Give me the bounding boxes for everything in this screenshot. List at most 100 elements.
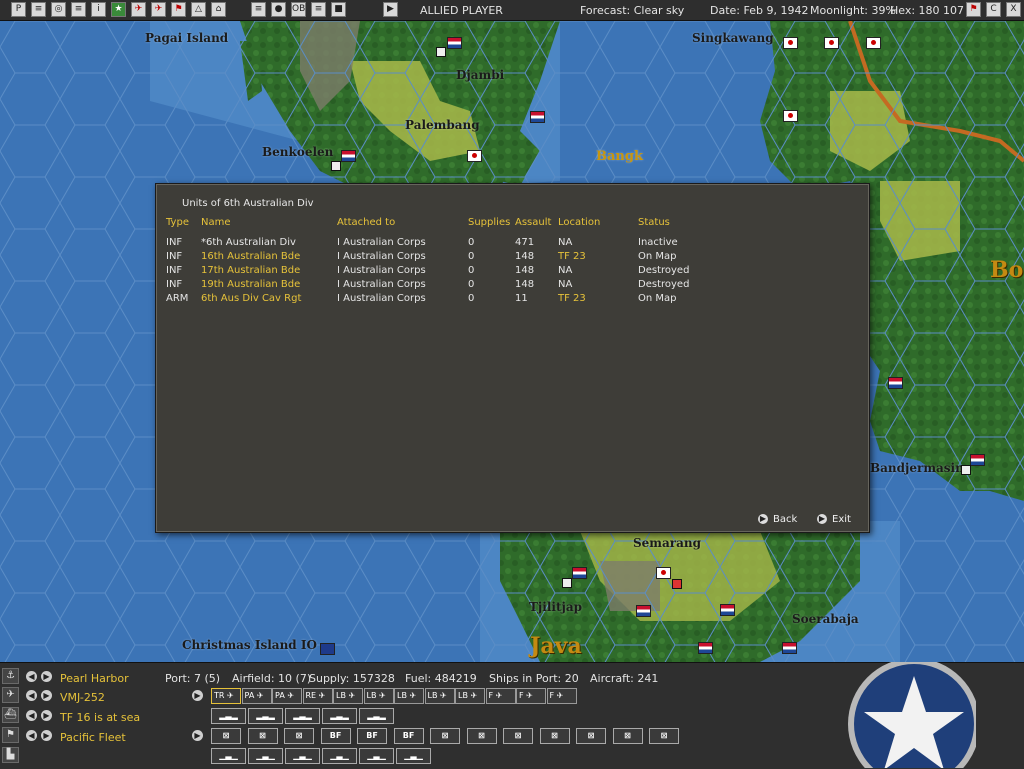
- toolbar-button[interactable]: OB: [291, 2, 306, 17]
- cell-name[interactable]: 16th Australian Bde: [201, 251, 300, 262]
- ship-class-button[interactable]: ▂▃▂: [285, 708, 320, 724]
- air-group-arrow[interactable]: ▶: [192, 690, 203, 701]
- japanese-unit-icon[interactable]: [824, 37, 839, 49]
- aircraft-type-button[interactable]: LB ✈: [333, 688, 363, 704]
- header-supplies[interactable]: Supplies: [468, 217, 510, 228]
- cell-name[interactable]: 17th Australian Bde: [201, 265, 300, 276]
- header-type[interactable]: Type: [166, 217, 189, 228]
- toolbar-button[interactable]: ≡: [251, 2, 266, 17]
- toolbar-button[interactable]: P: [11, 2, 26, 17]
- ground-unit-button[interactable]: BF: [357, 728, 387, 744]
- toolbar-button[interactable]: ≡: [31, 2, 46, 17]
- header-status[interactable]: Status: [638, 217, 670, 228]
- close-button[interactable]: X: [1006, 2, 1021, 17]
- dutch-unit-icon[interactable]: [782, 642, 797, 654]
- ship-icon[interactable]: ⛴: [2, 707, 19, 723]
- base-icon[interactable]: [672, 579, 682, 589]
- cell-location[interactable]: NA: [558, 265, 572, 276]
- ground-unit-button[interactable]: ⊠: [612, 728, 643, 744]
- aircraft-type-button[interactable]: LB ✈: [424, 688, 455, 704]
- toolbar-button[interactable]: ●: [271, 2, 286, 17]
- next-tf-button[interactable]: ▶: [41, 710, 52, 721]
- flag-icon[interactable]: ⚑: [2, 727, 19, 743]
- header-attached[interactable]: Attached to: [337, 217, 395, 228]
- aircraft-type-button[interactable]: LB ✈: [394, 688, 424, 704]
- prev-air-button[interactable]: ◀: [26, 690, 37, 701]
- aircraft-type-button[interactable]: PA ✈: [241, 688, 272, 704]
- ground-unit-button[interactable]: ⊠: [247, 728, 278, 744]
- aircraft-type-button[interactable]: F ✈: [516, 688, 546, 704]
- dutch-unit-icon[interactable]: [698, 642, 713, 654]
- cell-location[interactable]: TF 23: [558, 293, 586, 304]
- japanese-unit-icon[interactable]: [866, 37, 881, 49]
- japanese-unit-icon[interactable]: [783, 110, 798, 122]
- toolbar-button[interactable]: ✈: [151, 2, 166, 17]
- ground-unit-button[interactable]: ⊠: [211, 728, 241, 744]
- ship-class-button[interactable]: ▂▃▂: [322, 708, 357, 724]
- australian-unit-icon[interactable]: [320, 643, 335, 655]
- task-force-link[interactable]: TF 16 is at sea: [60, 711, 140, 724]
- japanese-unit-icon[interactable]: [783, 37, 798, 49]
- toolbar-button[interactable]: i: [91, 2, 106, 17]
- cell-location[interactable]: TF 23: [558, 251, 586, 262]
- header-name[interactable]: Name: [201, 217, 231, 228]
- ground-unit-button[interactable]: ⊠: [649, 728, 679, 744]
- base-name-link[interactable]: Pearl Harbor: [60, 672, 129, 685]
- ground-unit-button[interactable]: ⊠: [576, 728, 606, 744]
- header-assault[interactable]: Assault: [515, 217, 551, 228]
- toolbar-button[interactable]: ✈: [131, 2, 146, 17]
- dutch-unit-icon[interactable]: [970, 454, 985, 466]
- cell-location[interactable]: NA: [558, 279, 572, 290]
- aircraft-type-button[interactable]: TR ✈: [211, 688, 241, 704]
- ship-class-button[interactable]: ▂▃▂: [211, 708, 246, 724]
- misc-filter-button[interactable]: ▁▃▁: [322, 748, 357, 764]
- base-icon[interactable]: [331, 161, 341, 171]
- ground-unit-button[interactable]: BF: [393, 728, 424, 744]
- aircraft-type-button[interactable]: F ✈: [546, 688, 577, 704]
- toolbar-button[interactable]: ■: [331, 2, 346, 17]
- dutch-unit-icon[interactable]: [572, 567, 587, 579]
- hq-arrow[interactable]: ▶: [192, 730, 203, 741]
- cell-name[interactable]: *6th Australian Div: [201, 237, 296, 248]
- ground-unit-button[interactable]: ⊠: [503, 728, 533, 744]
- base-icon[interactable]: [562, 578, 572, 588]
- dutch-unit-icon[interactable]: [720, 604, 735, 616]
- ground-unit-button[interactable]: BF: [320, 728, 351, 744]
- aircraft-icon[interactable]: ✈: [2, 687, 19, 703]
- japanese-unit-icon[interactable]: [467, 150, 482, 162]
- ground-unit-button[interactable]: ⊠: [430, 728, 460, 744]
- toolbar-button[interactable]: ≡: [311, 2, 326, 17]
- aircraft-type-button[interactable]: F ✈: [485, 688, 516, 704]
- center-button[interactable]: C: [986, 2, 1001, 17]
- aircraft-type-button[interactable]: RE ✈: [302, 688, 333, 704]
- dutch-unit-icon[interactable]: [447, 37, 462, 49]
- base-icon[interactable]: [961, 465, 971, 475]
- ship-class-button[interactable]: ▂▃▂: [359, 708, 394, 724]
- cell-name[interactable]: 6th Aus Div Cav Rgt: [201, 293, 301, 304]
- next-air-button[interactable]: ▶: [41, 690, 52, 701]
- ground-unit-button[interactable]: ⊠: [539, 728, 570, 744]
- air-unit-link[interactable]: VMJ-252: [60, 691, 105, 704]
- prev-tf-button[interactable]: ◀: [26, 710, 37, 721]
- back-button[interactable]: ▶ Back: [758, 514, 797, 525]
- toolbar-button[interactable]: ◎: [51, 2, 66, 17]
- toolbar-button[interactable]: ★: [111, 2, 126, 17]
- misc-filter-button[interactable]: ▁▃▁: [285, 748, 320, 764]
- toolbar-button[interactable]: ▶: [383, 2, 398, 17]
- next-hq-button[interactable]: ▶: [41, 730, 52, 741]
- aircraft-type-button[interactable]: LB ✈: [455, 688, 485, 704]
- toolbar-button[interactable]: ≡: [71, 2, 86, 17]
- ground-unit-button[interactable]: ⊠: [284, 728, 314, 744]
- misc-filter-button[interactable]: ▁▃▁: [248, 748, 283, 764]
- toolbar-button[interactable]: ⚑: [171, 2, 186, 17]
- cell-name[interactable]: 19th Australian Bde: [201, 279, 300, 290]
- aircraft-type-button[interactable]: LB ✈: [363, 688, 394, 704]
- cell-location[interactable]: NA: [558, 237, 572, 248]
- dutch-unit-icon[interactable]: [636, 605, 651, 617]
- prev-base-button[interactable]: ◀: [26, 671, 37, 682]
- next-base-button[interactable]: ▶: [41, 671, 52, 682]
- dutch-unit-icon[interactable]: [341, 150, 356, 162]
- flag-icon[interactable]: ⚑: [966, 2, 981, 17]
- hq-link[interactable]: Pacific Fleet: [60, 731, 126, 744]
- japanese-unit-icon[interactable]: [656, 567, 671, 579]
